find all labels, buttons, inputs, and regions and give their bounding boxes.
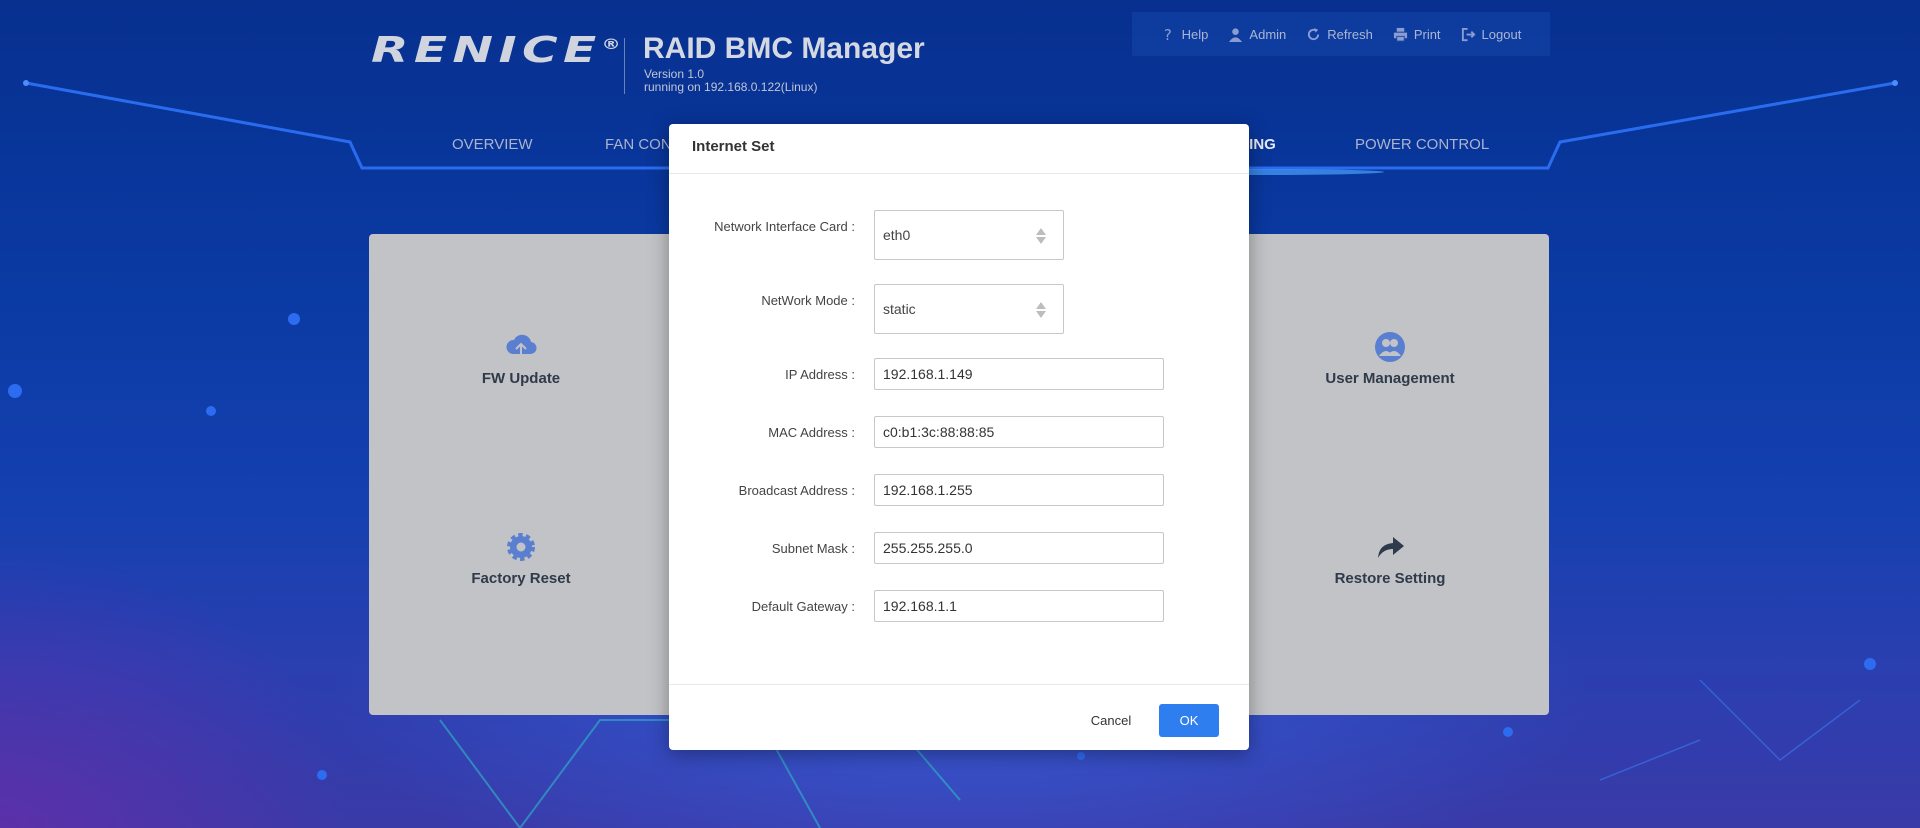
dialog-title: Internet Set: [669, 124, 1249, 174]
mac-label: MAC Address :: [768, 425, 855, 440]
dialog-footer: Cancel OK: [669, 684, 1249, 750]
cancel-button[interactable]: Cancel: [1083, 704, 1139, 736]
internet-set-dialog: Internet Set Network Interface Card : et…: [669, 124, 1249, 750]
select-arrow-icon: [1036, 302, 1046, 318]
ok-button[interactable]: OK: [1159, 704, 1219, 737]
select-arrow-icon: [1036, 228, 1046, 244]
broadcast-label: Broadcast Address :: [738, 483, 855, 498]
nic-select[interactable]: eth0: [874, 210, 1064, 260]
gateway-label: Default Gateway :: [751, 599, 855, 614]
nic-label: Network Interface Card :: [714, 219, 855, 234]
network-mode-select[interactable]: static: [874, 284, 1064, 334]
subnet-label: Subnet Mask :: [771, 541, 855, 556]
mode-label: NetWork Mode :: [761, 293, 855, 308]
default-gateway-input[interactable]: [874, 590, 1164, 622]
nic-value: eth0: [883, 227, 911, 243]
ip-address-input[interactable]: [874, 358, 1164, 390]
broadcast-address-input[interactable]: [874, 474, 1164, 506]
subnet-mask-input[interactable]: [874, 532, 1164, 564]
ip-label: IP Address :: [785, 367, 855, 382]
mode-value: static: [883, 301, 916, 317]
mac-address-input[interactable]: [874, 416, 1164, 448]
